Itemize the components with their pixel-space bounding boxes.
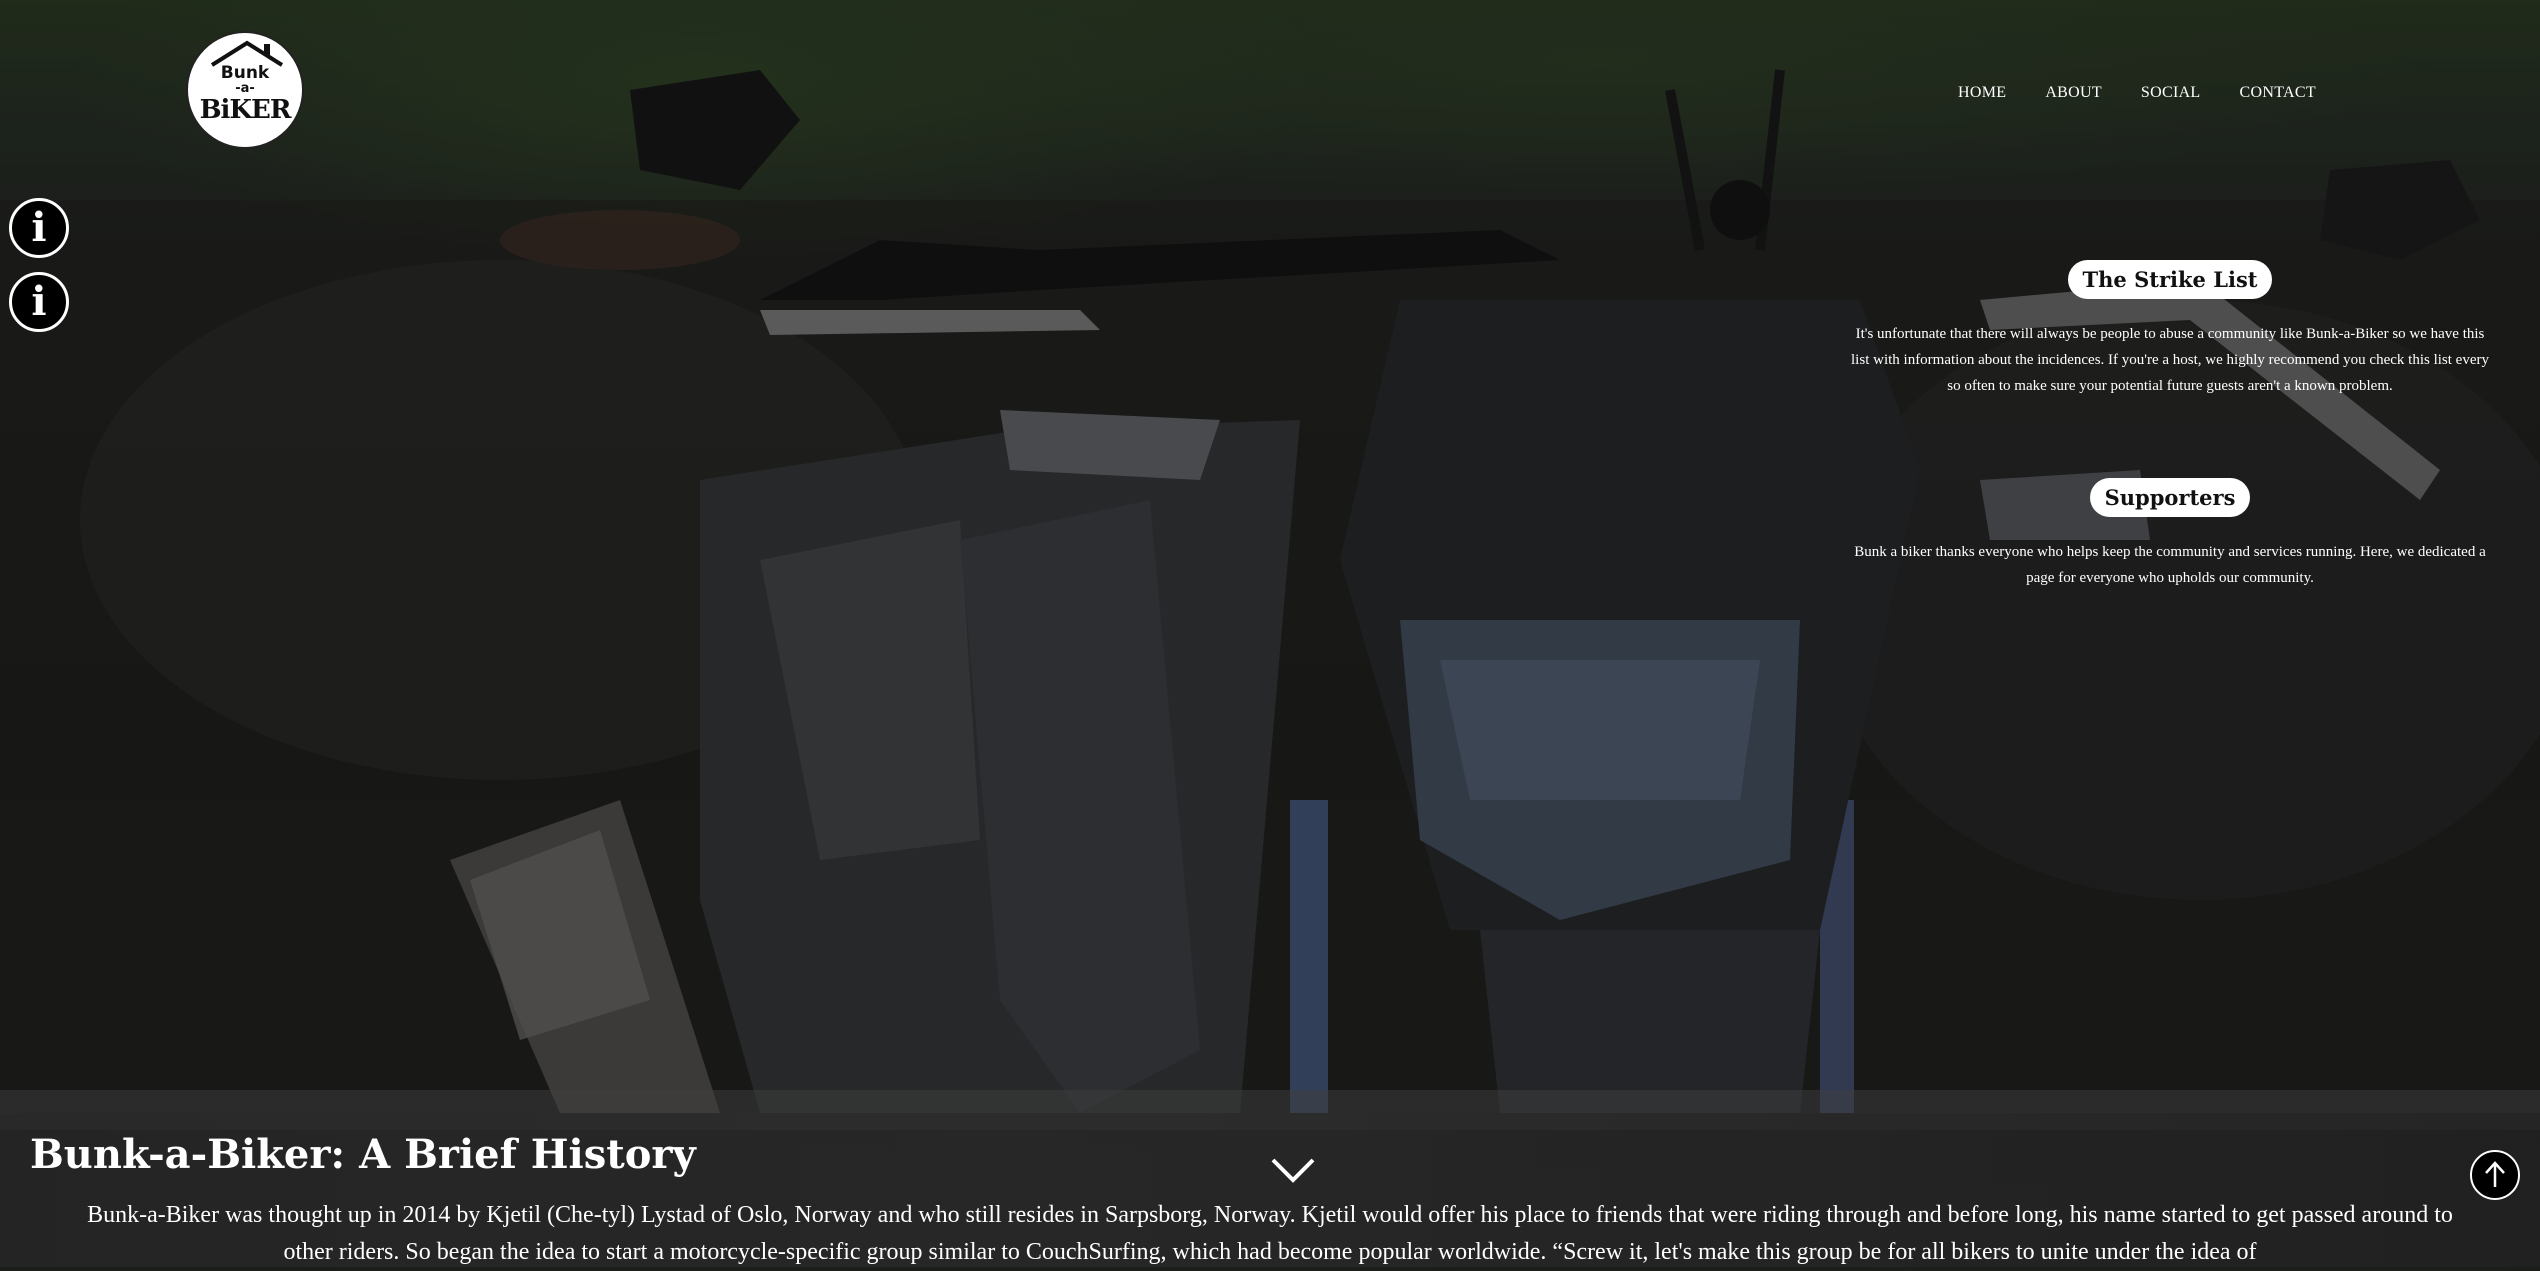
history-text: Bunk-a-Biker was thought up in 2014 by K… [87,1202,2453,1265]
strike-list-section: The Strike List It's unfortunate that th… [1850,260,2490,399]
history-section: Bunk-a-Biker: A Brief History Bunk-a-Bik… [0,1113,2540,1267]
site-logo[interactable]: Bunk -a- BiKER [186,31,304,149]
info-icon: i [31,278,47,325]
chevron-down-icon[interactable] [1270,1156,1316,1186]
back-to-top-button[interactable] [2470,1150,2520,1200]
nav-about[interactable]: ABOUT [2045,84,2102,102]
logo-text-a: -a- [235,81,255,96]
supporters-title[interactable]: Supporters [2089,478,2251,517]
nav-contact[interactable]: CONTACT [2240,84,2316,102]
nav-social[interactable]: SOCIAL [2141,84,2201,102]
nav-home[interactable]: HOME [1958,84,2006,102]
logo-text-biker: BiKER [199,95,292,125]
strike-list-text: It's unfortunate that there will always … [1851,326,2489,394]
supporters-section: Supporters Bunk a biker thanks everyone … [1850,478,2490,591]
info-button-1[interactable]: i [9,198,69,258]
dark-overlay [0,0,2540,1267]
strike-list-title[interactable]: The Strike List [2067,260,2273,299]
arrow-up-icon [2485,1161,2505,1187]
history-title: Bunk-a-Biker: A Brief History [30,1131,696,1178]
logo-text-bunk: Bunk [220,63,270,83]
main-nav: HOME ABOUT SOCIAL CONTACT [1958,84,2355,102]
info-button-2[interactable]: i [9,272,69,332]
info-icon: i [31,204,47,251]
supporters-text: Bunk a biker thanks everyone who helps k… [1854,544,2486,586]
